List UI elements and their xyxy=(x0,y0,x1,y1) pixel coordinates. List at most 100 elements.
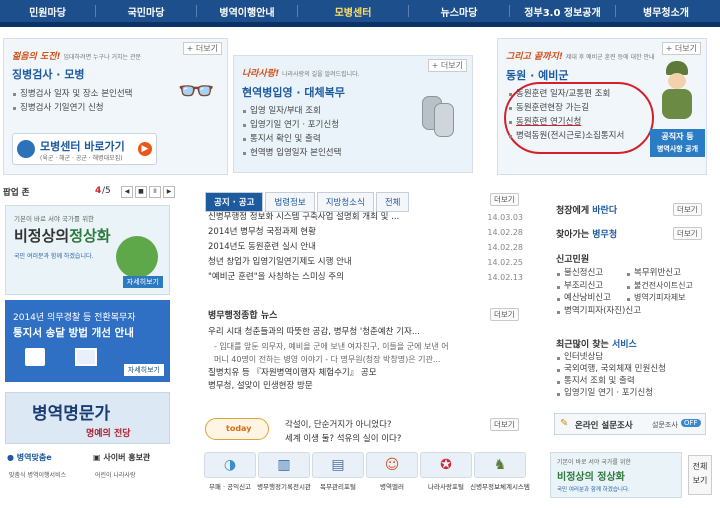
link-military-mentor[interactable]: ☺ 병역멜러 xyxy=(362,452,422,491)
link-report[interactable]: 병역기피자제보 xyxy=(626,292,706,305)
link-custom-service[interactable]: 병역맞춤e xyxy=(17,453,52,462)
more-button[interactable]: 더보기 xyxy=(673,203,702,216)
link-patriot-portal[interactable]: ✪ 나라사랑포털 xyxy=(416,452,476,491)
list-item[interactable]: 청년 창업가 입영기일연기제도 시행 안내 14.02.25 xyxy=(208,255,523,270)
nav-about[interactable]: 병무청소개 xyxy=(616,4,716,19)
notice-date: 14.02.25 xyxy=(487,258,523,267)
link-report[interactable]: 불신정신고 xyxy=(556,267,626,280)
user-icon xyxy=(17,140,35,158)
nav-service-guide[interactable]: 병역이행안내 xyxy=(197,4,297,19)
link-record-hall[interactable]: ▥ 병무행정기록전시관 xyxy=(254,452,314,491)
nav-gov30[interactable]: 정부3.0 정보공개 xyxy=(510,4,615,19)
link-commissioner-b[interactable]: 바란다 xyxy=(592,206,617,216)
list-item[interactable]: "예비군 훈련"을 사칭하는 스미싱 주의 14.02.13 xyxy=(208,270,523,285)
nav-news[interactable]: 뉴스마당 xyxy=(409,4,509,19)
link-unit-lookup[interactable]: 입영 일자/부대 조회 xyxy=(242,104,341,118)
icon-label: 나라사랑포털 xyxy=(428,483,464,491)
link-service[interactable]: 통지서 조회 및 출력 xyxy=(556,375,716,387)
notice-tabs: 공지 · 공고 법령정보 지방청소식 전체 xyxy=(205,192,411,212)
tab-regional[interactable]: 지방청소식 xyxy=(316,192,374,212)
link-visiting[interactable]: 찾아가는 xyxy=(556,230,589,240)
list-item[interactable]: 2014년도 동원훈련 실시 안내 14.02.28 xyxy=(208,240,523,255)
detail-button[interactable]: 자세히보기 xyxy=(122,276,163,288)
general-news-title: 병무행정종합 뉴스 xyxy=(208,311,278,321)
nav-citizen[interactable]: 국민마당 xyxy=(96,4,196,19)
more-button[interactable]: + 더보기 xyxy=(427,59,467,72)
link-cyber-pr[interactable]: 사이버 홍보관 xyxy=(103,453,150,462)
mail-icon xyxy=(25,348,45,366)
pause-button[interactable]: II xyxy=(149,186,161,198)
link-training-route[interactable]: 동원훈련현장 가는길 xyxy=(508,101,624,115)
link-notice-print[interactable]: 통지서 확인 및 출력 xyxy=(242,132,341,146)
link-new-system[interactable]: ♞ 신병무정보체계시스템 xyxy=(470,452,530,491)
link-custom-service-sub[interactable]: 맞춤식 병역이행서비스 xyxy=(9,470,66,479)
notice-title: "예비군 훈련"을 사칭하는 스미싱 주의 xyxy=(208,272,344,282)
link-report[interactable]: 병역기피자(자진)신고 xyxy=(556,305,706,318)
link-mobilization-notice[interactable]: 병력동원(전시근로)소집통지서 xyxy=(508,129,624,143)
list-item[interactable]: 2014년 병무청 국정과제 현황 14.02.28 xyxy=(208,225,523,240)
more-button[interactable]: + 더보기 xyxy=(661,42,701,55)
tab-notice[interactable]: 공지 · 공고 xyxy=(205,192,264,212)
link-postpone[interactable]: 입영기일 연기 · 포기신청 xyxy=(242,118,341,132)
view-all-2: 보기 xyxy=(692,476,708,485)
box-enlistment: + 더보기 나라사랑! 나라사랑의 길을 알려드립니다. 현역병입영 · 대체복… xyxy=(233,55,473,173)
link-service[interactable]: 인터넷상담 xyxy=(556,351,716,363)
recruit-center-banner[interactable]: 모병센터 바로가기 (육군 · 해군 · 공군 · 해병대모집) ▶ xyxy=(12,133,157,165)
public-official-badge[interactable]: 공직자 등 병역사항 공개 xyxy=(650,129,705,157)
bottom-right-banner[interactable]: 기본이 바로 서야 국가를 위한 비정상의 정상화 국민 여러분과 함께 하겠습… xyxy=(550,452,682,498)
prev-button[interactable]: ◀ xyxy=(121,186,133,198)
survey-toggle[interactable]: OFF xyxy=(681,419,701,427)
today-more-button[interactable]: 더보기 xyxy=(490,418,519,431)
banner-sub: 국민 여러분과 함께 하겠습니다. xyxy=(14,253,94,260)
next-button[interactable]: ▶ xyxy=(163,186,175,198)
link-corruption-report[interactable]: ◑ 부패 · 공익신고 xyxy=(200,452,260,491)
slogan-sub: 제대 후 예비군 훈련 등에 대한 안내 xyxy=(565,54,655,61)
banner-top: 기본이 바로 서야 국가를 위한 xyxy=(14,215,95,223)
detail-button[interactable]: 자세히보기 xyxy=(123,364,164,376)
today-question-1[interactable]: 각설이, 단순거지가 아니었다? xyxy=(285,418,391,430)
bottom-left-links: ● 병역맞춤e ▣ 사이버 홍보관 맞춤식 병역이행서비스 어린이 나라사랑 xyxy=(7,453,151,479)
link-kids-sub[interactable]: 어린이 나라사랑 xyxy=(95,470,136,479)
honor-family-banner[interactable]: 병역명문가 명예의 전당 xyxy=(5,392,170,444)
link-training-date[interactable]: 동원훈련 일자/교통편 조회 xyxy=(508,87,624,101)
dog-tag-icon xyxy=(419,91,459,146)
record-icon: ▥ xyxy=(258,452,310,478)
more-button[interactable]: 더보기 xyxy=(673,227,702,240)
link-exam-date[interactable]: 징병검사 일자 및 장소 본인선택 xyxy=(12,87,132,101)
icon-label: 복무관리포털 xyxy=(320,483,356,491)
link-exam-postpone[interactable]: 징병검사 기일연기 신청 xyxy=(12,101,132,115)
link-duty-portal[interactable]: ▤ 복무관리포털 xyxy=(308,452,368,491)
link-service[interactable]: 국외여행, 국외체재 민원신청 xyxy=(556,363,716,375)
today-logo[interactable]: today xyxy=(205,418,269,440)
tab-all[interactable]: 전체 xyxy=(375,192,410,212)
link-report[interactable]: 부조리신고 xyxy=(556,280,626,293)
link-training-postpone[interactable]: 동원훈련 연기신청 xyxy=(508,115,624,129)
more-button[interactable]: + 더보기 xyxy=(182,42,222,55)
normalization-banner[interactable]: 기본이 바로 서야 국가를 위한 비정상의정상화 국민 여러분과 함께 하겠습니… xyxy=(5,205,170,295)
today-question-2[interactable]: 세계 이생 둘? 석유의 실이 이다? xyxy=(285,432,401,444)
nav-civil[interactable]: 민원마당 xyxy=(0,4,95,19)
survey-box[interactable]: ✎ 온라인 설문조사 설문조사 OFF xyxy=(554,413,706,435)
conscription-notice-banner[interactable]: 2014년 의무경찰 등 전환복무자 통지서 송달 방법 개선 안내 자세히보기 xyxy=(5,300,170,382)
link-date-select[interactable]: 현역병 입영일자 본인선택 xyxy=(242,146,341,160)
general-more-button[interactable]: 더보기 xyxy=(490,308,519,321)
link-report[interactable]: 불건전사이트신고 xyxy=(626,280,706,293)
link-commissioner[interactable]: 청장에게 xyxy=(556,206,589,216)
tab-law[interactable]: 법령정보 xyxy=(265,192,315,212)
list-item[interactable]: 질병치유 등 『자원병역이행자 체험수기』 공모 xyxy=(208,367,523,381)
notice-more-button[interactable]: 더보기 xyxy=(490,193,519,206)
list-item[interactable]: 신병무행정 정보화 시스템 구축사업 설명회 개최 및 ... 14.03.03 xyxy=(208,210,523,225)
link-visiting-b[interactable]: 병무청 xyxy=(592,230,617,240)
icon-label: 부패 · 공익신고 xyxy=(208,483,252,491)
banner-sub: (육군 · 해군 · 공군 · 해병대모집) xyxy=(40,155,123,162)
stop-button[interactable]: ■ xyxy=(135,186,147,198)
link-report[interactable]: 예산낭비신고 xyxy=(556,292,626,305)
view-all-button[interactable]: 전체 보기 xyxy=(688,455,712,495)
notice-date: 14.03.03 xyxy=(487,213,523,222)
nav-recruit[interactable]: 모병센터 xyxy=(298,4,408,19)
list-item[interactable]: 우리 시대 청춘들과의 따뜻한 공감, 병무청 '청춘예찬 기자... xyxy=(208,326,523,340)
link-service[interactable]: 입영기일 연기 · 포기신청 xyxy=(556,387,716,399)
badge-line-1: 공직자 등 xyxy=(661,132,694,141)
list-item[interactable]: 병무청, 설맞이 민생현장 방문 xyxy=(208,380,523,394)
link-report[interactable]: 복무위반신고 xyxy=(626,267,706,280)
